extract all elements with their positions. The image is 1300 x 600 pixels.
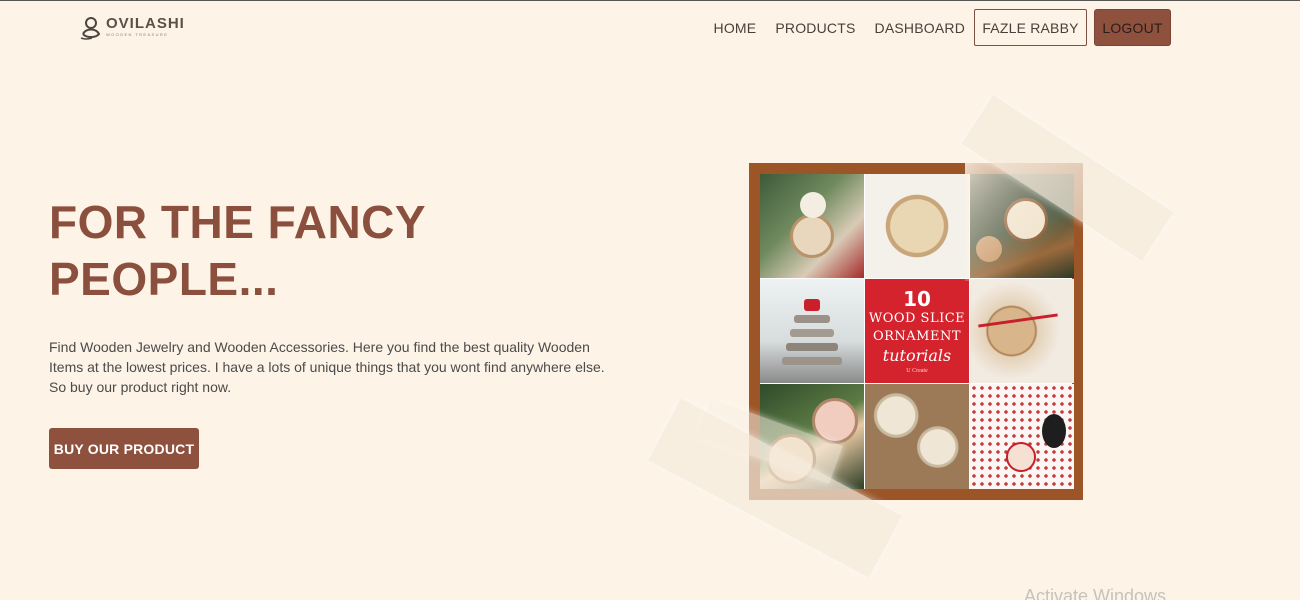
heart-ornament-photo <box>970 279 1074 383</box>
poster-line-1: WOOD SLICE <box>868 311 966 326</box>
logout-button[interactable]: LOGOUT <box>1094 9 1171 46</box>
mountain-ornament-photo <box>865 384 969 489</box>
poster-credit: U Create <box>906 368 928 374</box>
brand-tagline: WOODEN TREASURE <box>106 32 169 37</box>
brand-logo[interactable]: OVILASHI WOODEN TREASURE <box>80 14 185 40</box>
tutorial-poster: 10 WOOD SLICE ORNAMENT tutorials U Creat… <box>865 279 969 383</box>
poster-number: 10 <box>903 287 931 311</box>
snowman-ornament-photo <box>760 174 864 278</box>
buy-product-button[interactable]: BUY OUR PRODUCT <box>49 428 199 469</box>
main-nav: HOME PRODUCTS DASHBOARD FAZLE RABBY LOGO… <box>714 9 1171 46</box>
page: OVILASHI WOODEN TREASURE HOME PRODUCTS D… <box>0 0 1300 600</box>
activate-windows-watermark: Activate Windows <box>1024 586 1167 600</box>
tree-stack-ornament-photo <box>760 279 864 383</box>
nav-link-home[interactable]: HOME <box>714 20 757 36</box>
brand-name: OVILASHI <box>106 15 185 32</box>
nav-link-products[interactable]: PRODUCTS <box>775 20 855 36</box>
santa-penguin-ornament-photo <box>970 384 1074 489</box>
logo-swirl-icon <box>80 17 101 40</box>
antler-ornament-photo <box>865 174 969 278</box>
user-name-button[interactable]: FAZLE RABBY <box>974 9 1087 46</box>
poster-line-2: ORNAMENT <box>872 329 962 344</box>
poster-line-3: tutorials <box>882 346 952 365</box>
hero-title: FOR THE FANCY PEOPLE... <box>49 196 426 305</box>
nav-link-dashboard[interactable]: DASHBOARD <box>875 20 965 36</box>
hero-description: Find Wooden Jewelry and Wooden Accessori… <box>49 339 605 395</box>
